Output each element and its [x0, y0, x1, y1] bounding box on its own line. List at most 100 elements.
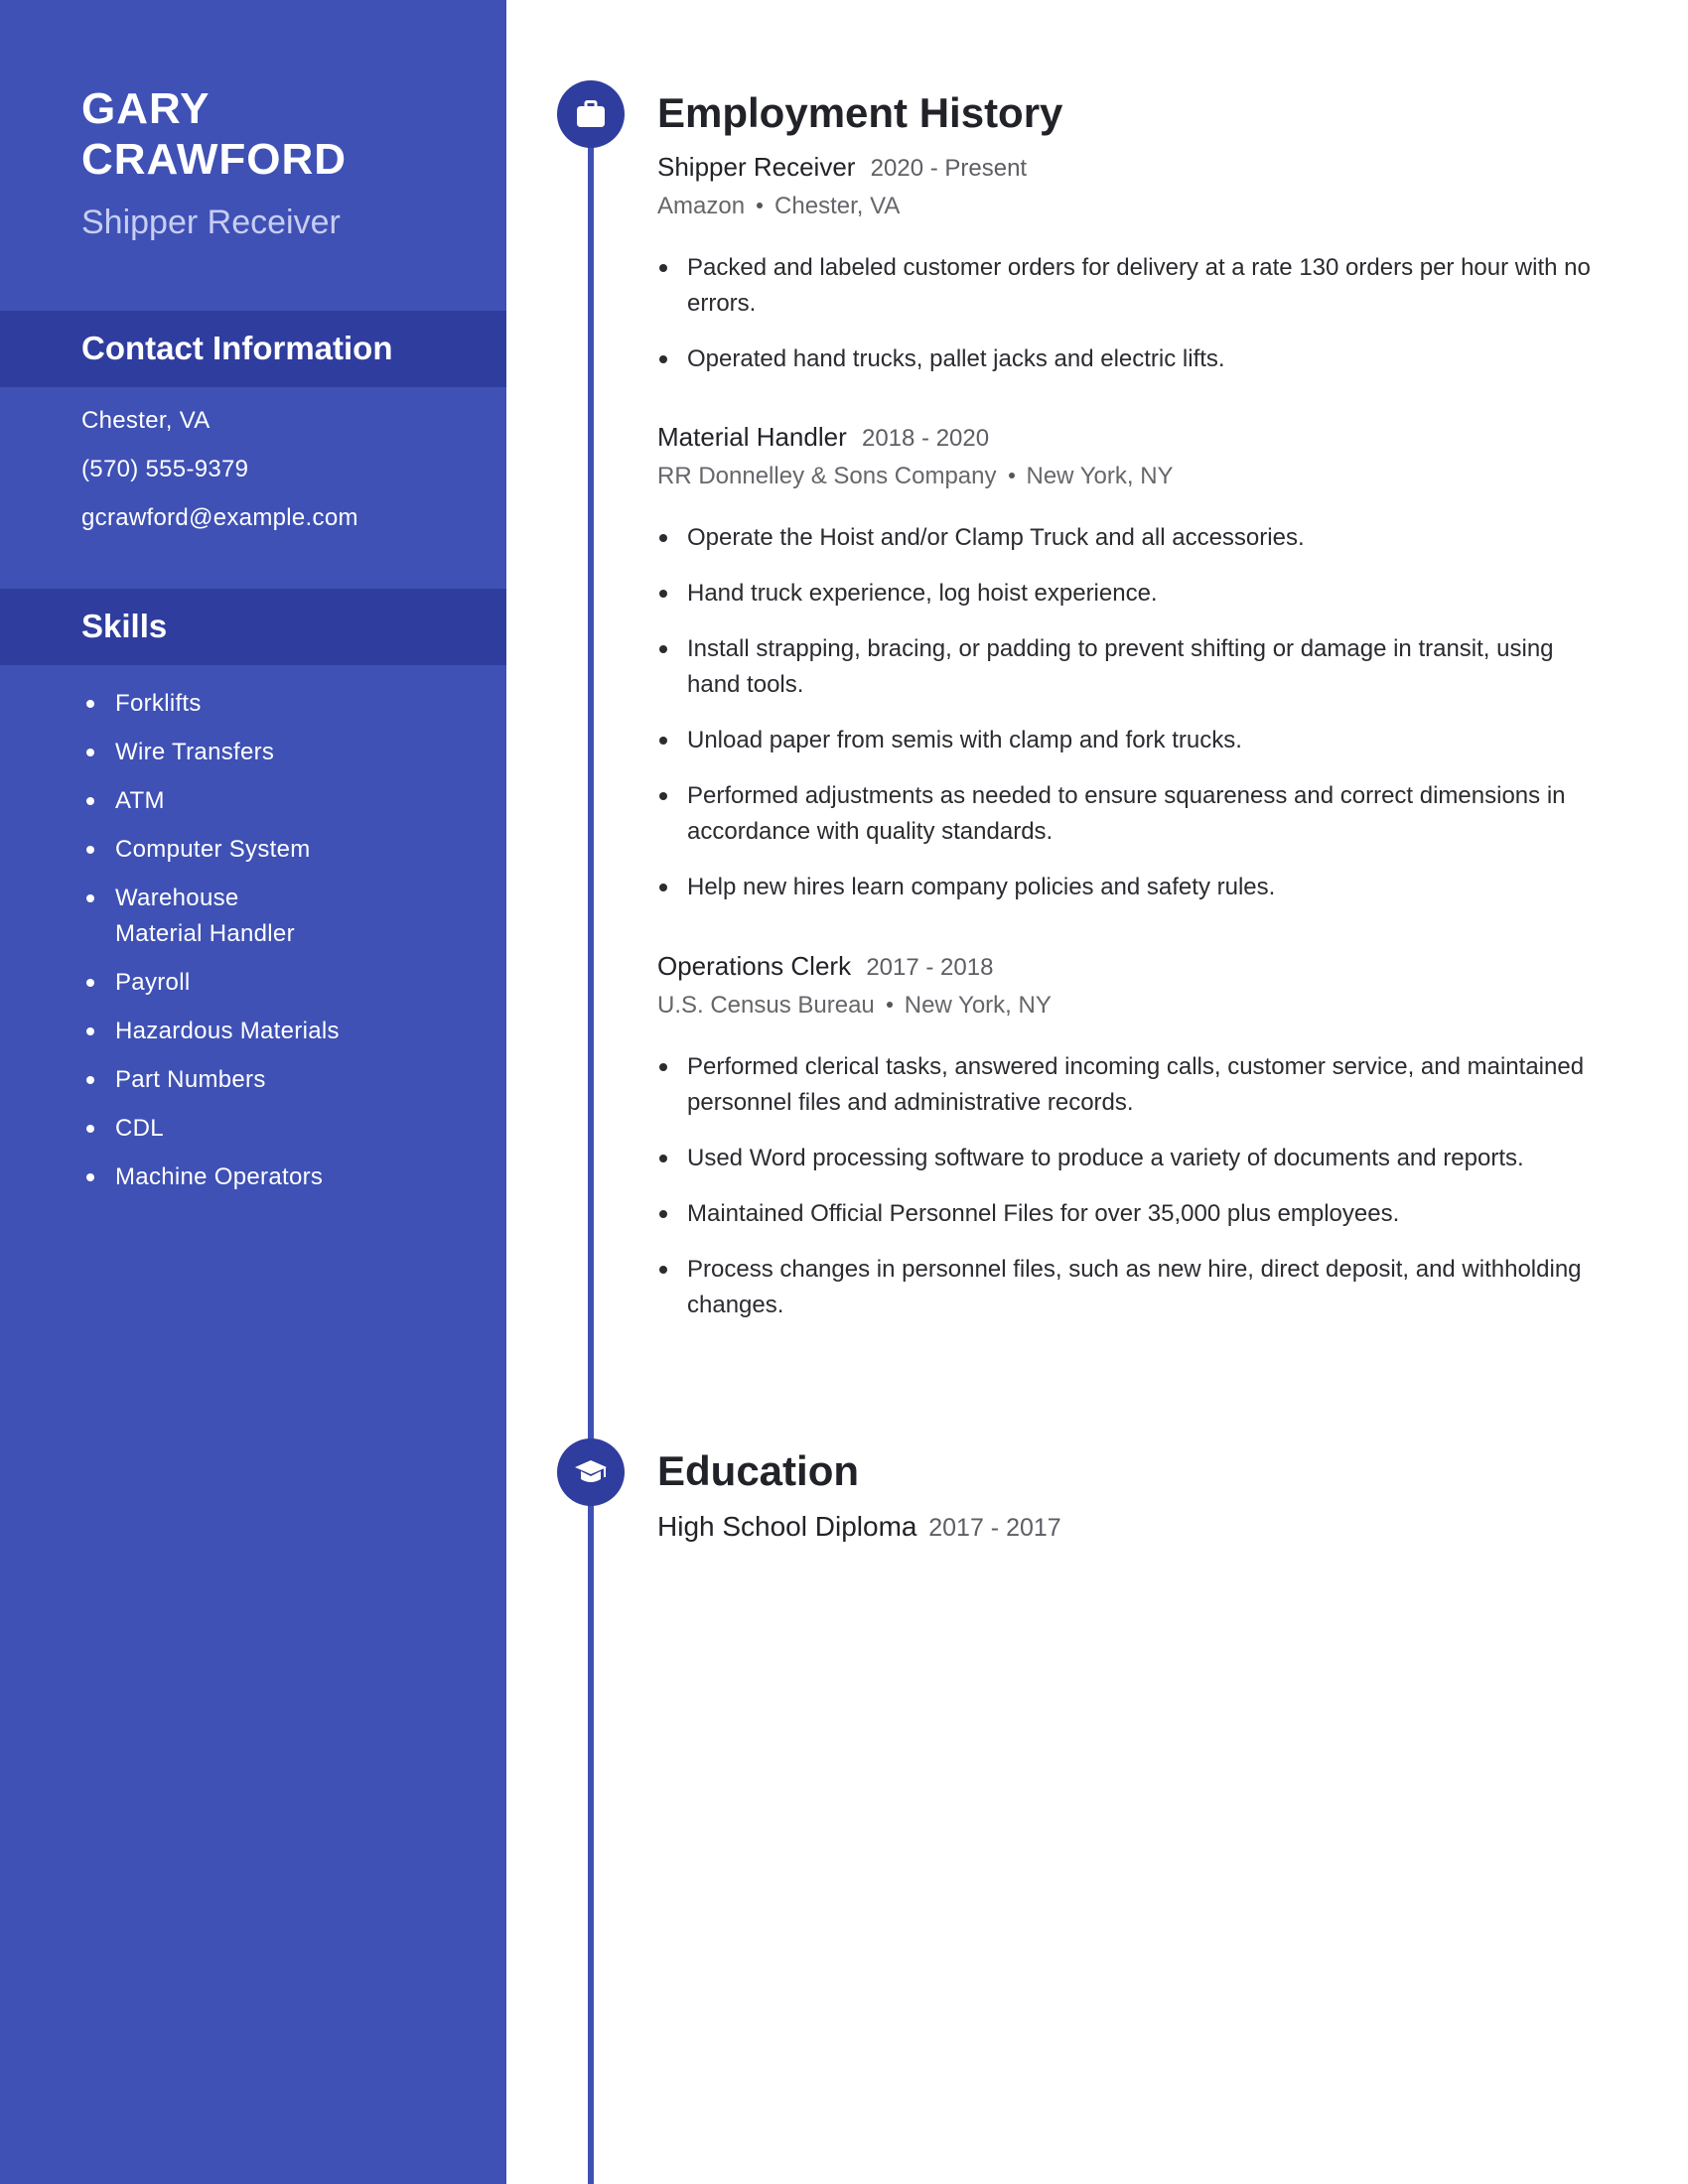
bullet-icon — [659, 1210, 667, 1218]
job-bullet: Unload paper from semis with clamp and f… — [657, 723, 1611, 758]
education-heading: Education — [657, 1447, 860, 1494]
job-bullet-text: Help new hires learn company policies an… — [687, 874, 1276, 900]
skill-item: Hazardous Materials — [81, 1014, 439, 1049]
skill-item: Forklifts — [81, 686, 439, 722]
contact-location: Chester, VA — [81, 407, 211, 434]
skill-item: Computer System — [81, 832, 439, 868]
bullet-icon — [86, 1173, 94, 1181]
bullet-icon — [659, 590, 667, 598]
education-degree: High School Diploma — [657, 1511, 917, 1542]
job-title-subtitle: Shipper Receiver — [81, 204, 341, 241]
contact-section-header: Contact Information — [0, 311, 506, 387]
skill-label: Hazardous Materials — [115, 1018, 340, 1044]
job-bullet: Operated hand trucks, pallet jacks and e… — [657, 341, 1611, 377]
employment-heading: Employment History — [657, 89, 1063, 136]
contact-phone[interactable]: (570) 555-9379 — [81, 455, 358, 503]
skill-item: ATM — [81, 783, 439, 819]
sidebar: GARY CRAWFORD Shipper Receiver Contact I… — [0, 0, 506, 2184]
job-bullet: Help new hires learn company policies an… — [657, 870, 1611, 905]
skill-item: Part Numbers — [81, 1062, 439, 1098]
job-title: Operations Clerk — [657, 951, 852, 981]
bullet-icon — [86, 1125, 94, 1133]
job-bullet: Install strapping, bracing, or padding t… — [657, 631, 1611, 703]
skills-list: Forklifts Wire Transfers ATM Computer Sy… — [81, 686, 439, 1208]
bullet-icon — [659, 737, 667, 745]
separator-dot-icon — [886, 1001, 893, 1008]
skill-label: Computer System — [115, 836, 311, 863]
employment-icon-badge — [557, 80, 625, 148]
job-bullet: Process changes in personnel files, such… — [657, 1252, 1611, 1323]
bullet-icon — [659, 355, 667, 363]
bullet-icon — [86, 1076, 94, 1084]
graduation-cap-icon — [575, 1460, 607, 1482]
bullet-icon — [659, 1063, 667, 1071]
job-bullet-text: Maintained Official Personnel Files for … — [687, 1200, 1400, 1227]
job-bullets: Packed and labeled customer orders for d… — [657, 250, 1611, 377]
job-bullet-text: Performed adjustments as needed to ensur… — [687, 782, 1566, 845]
bullet-icon — [659, 1266, 667, 1274]
skill-item: Machine Operators — [81, 1160, 439, 1195]
bullet-icon — [86, 700, 94, 708]
bullet-icon — [86, 797, 94, 805]
job-meta: Amazon Chester, VA — [657, 190, 1611, 223]
job-entry: Operations Clerk 2017 - 2018 U.S. Census… — [657, 949, 1611, 1343]
job-bullet: Maintained Official Personnel Files for … — [657, 1196, 1611, 1232]
job-meta: U.S. Census Bureau New York, NY — [657, 989, 1611, 1023]
job-meta: RR Donnelley & Sons Company New York, NY — [657, 460, 1611, 493]
skill-item: CDL — [81, 1111, 439, 1147]
skill-item: Payroll — [81, 965, 439, 1001]
job-company: U.S. Census Bureau — [657, 992, 875, 1019]
skill-label: Payroll — [115, 969, 191, 996]
skill-label: Warehouse Material Handler — [115, 885, 295, 947]
job-bullet-text: Packed and labeled customer orders for d… — [687, 254, 1591, 317]
bullet-icon — [659, 1155, 667, 1162]
skill-label: Forklifts — [115, 690, 202, 717]
education-dates: 2017 - 2017 — [928, 1514, 1061, 1542]
bullet-icon — [86, 749, 94, 756]
job-bullet: Used Word processing software to produce… — [657, 1141, 1611, 1176]
contact-email[interactable]: gcrawford@example.com — [81, 503, 358, 552]
timeline-line — [588, 139, 594, 2184]
education-entry: High School Diploma 2017 - 2017 — [657, 1510, 1061, 1545]
job-header: Operations Clerk 2017 - 2018 — [657, 949, 1611, 985]
job-title: Material Handler — [657, 422, 847, 452]
job-bullet-text: Operated hand trucks, pallet jacks and e… — [687, 345, 1225, 372]
job-bullet-text: Process changes in personnel files, such… — [687, 1256, 1582, 1318]
bullet-icon — [86, 846, 94, 854]
contact-list: Chester, VA (570) 555-9379 gcrawford@exa… — [81, 406, 358, 552]
contact-heading: Contact Information — [81, 330, 393, 366]
bullet-icon — [659, 884, 667, 891]
bullet-icon — [86, 894, 94, 902]
separator-dot-icon — [757, 202, 764, 208]
job-location: New York, NY — [904, 992, 1052, 1019]
job-bullets: Operate the Hoist and/or Clamp Truck and… — [657, 520, 1611, 905]
briefcase-icon — [577, 100, 605, 127]
bullet-icon — [659, 264, 667, 272]
candidate-name: GARY CRAWFORD — [81, 83, 479, 185]
job-dates: 2020 - Present — [870, 155, 1028, 182]
bullet-icon — [659, 645, 667, 653]
job-dates: 2018 - 2020 — [861, 425, 990, 452]
separator-dot-icon — [1008, 472, 1015, 478]
skills-heading: Skills — [81, 608, 168, 644]
education-icon-badge — [557, 1438, 625, 1506]
job-company: RR Donnelley & Sons Company — [657, 463, 997, 489]
skill-label: Part Numbers — [115, 1066, 266, 1093]
job-bullet: Performed clerical tasks, answered incom… — [657, 1049, 1611, 1121]
skill-label: Wire Transfers — [115, 739, 275, 765]
job-location: New York, NY — [1026, 463, 1174, 489]
job-header: Material Handler 2018 - 2020 — [657, 420, 1611, 456]
job-entry: Material Handler 2018 - 2020 RR Donnelle… — [657, 420, 1611, 925]
bullet-icon — [86, 979, 94, 987]
job-bullet-text: Performed clerical tasks, answered incom… — [687, 1053, 1585, 1116]
job-title: Shipper Receiver — [657, 152, 856, 182]
bullet-icon — [659, 792, 667, 800]
job-bullet-text: Used Word processing software to produce… — [687, 1145, 1524, 1171]
job-location: Chester, VA — [774, 193, 901, 219]
skill-label: ATM — [115, 787, 165, 814]
job-header: Shipper Receiver 2020 - Present — [657, 150, 1611, 186]
job-bullets: Performed clerical tasks, answered incom… — [657, 1049, 1611, 1323]
skill-item: Warehouse Material Handler — [81, 881, 314, 952]
skill-item: Wire Transfers — [81, 735, 439, 770]
first-name: GARY — [81, 84, 211, 133]
